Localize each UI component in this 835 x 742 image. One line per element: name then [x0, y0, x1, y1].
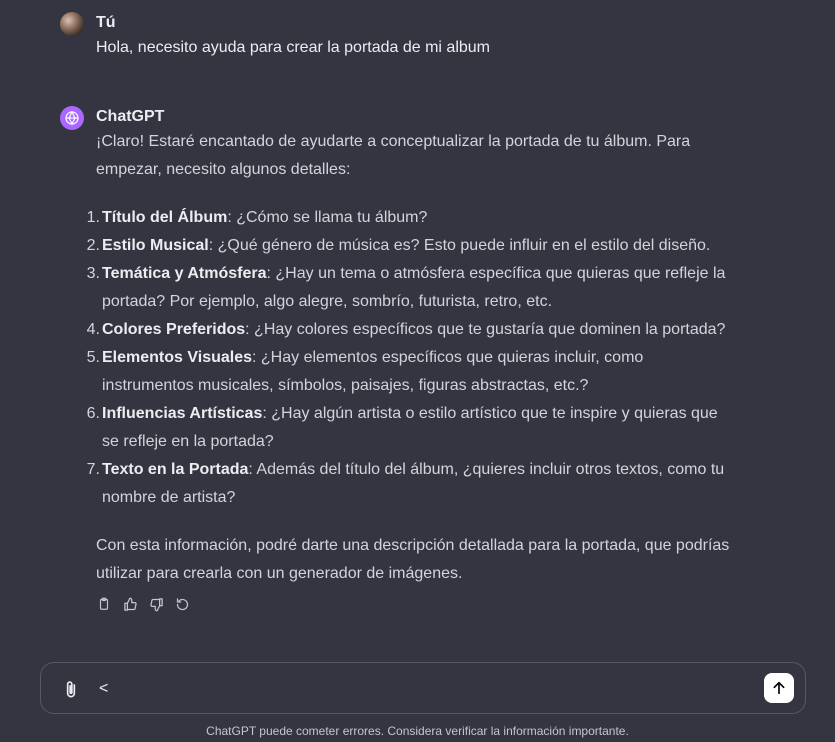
list-item-title: Colores Preferidos — [102, 321, 246, 338]
user-message: Tú Hola, necesito ayuda para crear la po… — [60, 12, 735, 72]
copy-icon[interactable] — [96, 596, 112, 612]
assistant-message-body: ¡Claro! Estaré encantado de ayudarte a c… — [87, 128, 735, 588]
list-item: 4. Colores Preferidos: ¿Hay colores espe… — [87, 316, 735, 344]
list-item: 7. Texto en la Portada: Además del títul… — [87, 456, 735, 512]
list-item: 3. Temática y Atmósfera: ¿Hay un tema o … — [87, 260, 735, 316]
list-item-number: 5. — [86, 349, 100, 366]
user-author-name: Tú — [96, 14, 116, 31]
thumbs-up-icon[interactable] — [122, 596, 138, 612]
paperclip-icon[interactable] — [61, 679, 81, 701]
disclaimer-text: ChatGPT puede cometer errores. Considera… — [206, 724, 629, 738]
openai-logo-icon — [65, 110, 79, 126]
message-actions — [96, 596, 190, 612]
list-item-title: Elementos Visuales — [102, 349, 252, 366]
message-input[interactable] — [97, 679, 741, 699]
list-item-number: 1. — [86, 209, 100, 226]
list-item-title: Temática y Atmósfera — [102, 265, 267, 282]
regenerate-icon[interactable] — [174, 596, 190, 612]
list-item-number: 3. — [86, 265, 100, 282]
list-item-number: 6. — [86, 405, 100, 422]
assistant-author-name: ChatGPT — [96, 108, 165, 125]
list-item-number: 2. — [86, 237, 100, 254]
list-item-text: : ¿Qué género de música es? Esto puede i… — [208, 237, 711, 254]
send-button[interactable] — [764, 673, 794, 703]
message-composer — [40, 662, 806, 714]
arrow-up-icon — [773, 681, 785, 695]
list-item-title: Texto en la Portada — [102, 461, 249, 478]
assistant-intro: ¡Claro! Estaré encantado de ayudarte a c… — [96, 133, 691, 178]
user-message-text: Hola, necesito ayuda para crear la porta… — [96, 39, 490, 56]
list-item-title: Influencias Artísticas — [102, 405, 263, 422]
user-avatar — [60, 12, 84, 36]
assistant-outro: Con esta información, podré darte una de… — [96, 537, 730, 582]
list-item-number: 4. — [86, 321, 100, 338]
list-item-number: 7. — [86, 461, 100, 478]
list-item: 5. Elementos Visuales: ¿Hay elementos es… — [87, 344, 735, 400]
list-item: 6. Influencias Artísticas: ¿Hay algún ar… — [87, 400, 735, 456]
assistant-message: ChatGPT ¡Claro! Estaré encantado de ayud… — [60, 106, 735, 626]
list-item: 2. Estilo Musical: ¿Qué género de música… — [87, 232, 735, 260]
thumbs-down-icon[interactable] — [148, 596, 164, 612]
list-item-title: Título del Álbum — [102, 209, 228, 226]
details-list: 1. Título del Álbum: ¿Cómo se llama tu á… — [87, 204, 735, 512]
list-item: 1. Título del Álbum: ¿Cómo se llama tu á… — [87, 204, 735, 232]
list-item-text: : ¿Hay colores específicos que te gustar… — [245, 321, 726, 338]
chatgpt-avatar — [60, 106, 84, 130]
list-item-text: : ¿Cómo se llama tu álbum? — [227, 209, 428, 226]
chat-page: Tú Hola, necesito ayuda para crear la po… — [0, 0, 835, 742]
list-item-title: Estilo Musical — [102, 237, 209, 254]
